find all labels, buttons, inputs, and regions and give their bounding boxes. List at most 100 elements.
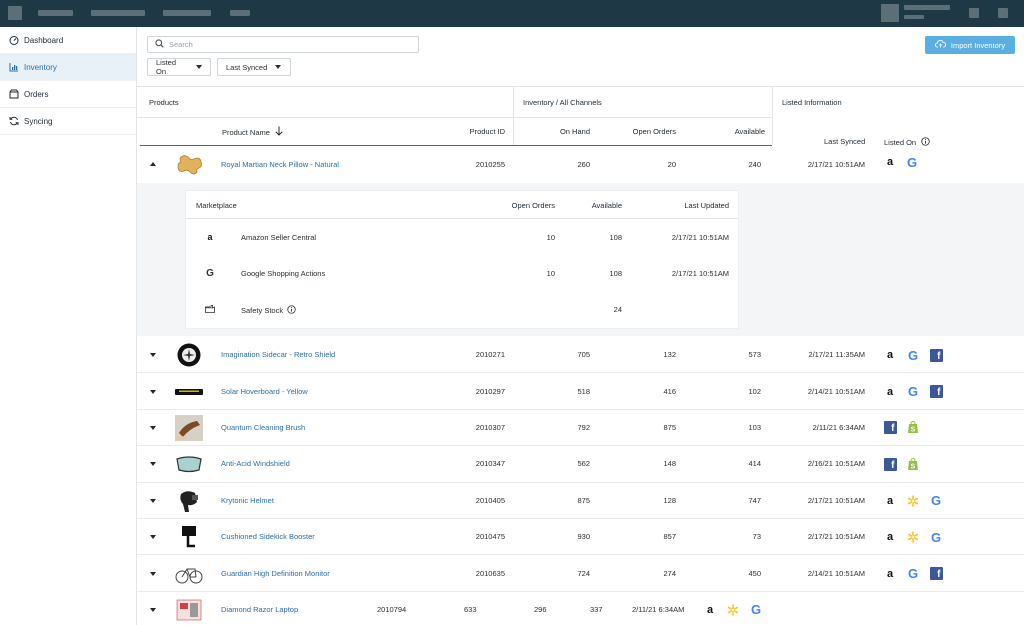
info-icon[interactable]: [287, 305, 296, 316]
product-name-link[interactable]: Anti-Acid Windshield: [221, 459, 290, 468]
table-row[interactable]: Quantum Cleaning Brush 2010307 792 875 103 2/…: [137, 409, 1024, 447]
top-nav-placeholder-3[interactable]: [163, 10, 211, 16]
sidebar-item-orders[interactable]: Orders: [0, 81, 136, 108]
available-cell: 103: [748, 422, 761, 432]
product-id-cell: 2010475: [475, 532, 505, 542]
listed-on-filter[interactable]: Listed On: [147, 58, 211, 76]
marketplace-open-orders: 10: [546, 269, 555, 278]
chart-icon: [9, 62, 19, 72]
amazon-icon: a: [706, 603, 714, 616]
top-action-1[interactable]: [969, 8, 979, 18]
sync-icon: [9, 116, 19, 126]
product-id-cell: 2010635: [475, 568, 505, 578]
open-orders-cell: 857: [663, 532, 676, 542]
facebook-icon: f: [883, 421, 897, 435]
expand-row-toggle[interactable]: [150, 498, 156, 503]
product-name-link[interactable]: Diamond Razor Laptop: [221, 605, 298, 614]
product-id-cell: 2010307: [475, 422, 505, 432]
column-header-open-orders[interactable]: Open Orders: [633, 127, 676, 136]
expand-row-toggle[interactable]: [150, 425, 156, 430]
table-row[interactable]: Imagination Sidecar - Retro Shield 201027…: [137, 337, 1024, 374]
product-name-link[interactable]: Krytonic Helmet: [221, 496, 274, 505]
expand-row-toggle[interactable]: [150, 462, 156, 467]
sidebar-item-syncing[interactable]: Syncing: [0, 108, 136, 135]
import-inventory-button[interactable]: Import Inventory: [925, 36, 1015, 54]
product-name-link[interactable]: Quantum Cleaning Brush: [221, 423, 305, 432]
table-row[interactable]: Diamond Razor Laptop 2010794 633 296 337 2/11…: [137, 591, 1024, 625]
table-row[interactable]: Krytonic Helmet 2010405 875 128 747 2/17/21 1…: [137, 482, 1024, 519]
product-name-link[interactable]: Solar Hoverboard - Yellow: [221, 387, 308, 396]
expand-row-toggle[interactable]: [150, 607, 156, 612]
listed-on-filter-label: Listed On: [156, 58, 177, 76]
available-cell: 240: [748, 160, 761, 169]
column-header-on-hand[interactable]: On Hand: [560, 127, 590, 136]
collapse-row-toggle[interactable]: [150, 162, 156, 166]
group-header-products: Products: [149, 98, 179, 107]
sidebar: Dashboard Inventory Orders Syncing: [0, 27, 137, 625]
product-thumbnail-neck-pillow: [175, 151, 205, 177]
column-header-available[interactable]: Available: [735, 127, 765, 136]
product-id-cell: 2010297: [475, 386, 505, 396]
top-nav-placeholder-4[interactable]: [230, 10, 250, 16]
on-hand-cell: 633: [464, 604, 477, 614]
product-name-link[interactable]: Guardian High Definition Monitor: [221, 569, 330, 578]
available-cell: 747: [748, 495, 761, 505]
amazon-icon: a: [886, 156, 894, 168]
on-hand-cell: 260: [577, 160, 590, 169]
product-id-cell: 2010271: [475, 350, 505, 360]
sidebar-item-label: Syncing: [24, 116, 53, 126]
product-name-link[interactable]: Imagination Sidecar - Retro Shield: [221, 350, 335, 359]
search-input[interactable]: [169, 40, 409, 49]
column-header-last-synced[interactable]: Last Synced: [824, 137, 865, 146]
google-icon: G: [206, 267, 214, 279]
table-row[interactable]: Cushioned Sidekick Booster 2010475 930 857 7…: [137, 519, 1024, 556]
table-row[interactable]: Solar Hoverboard - Yellow 2010297 518 416 10…: [137, 373, 1024, 410]
column-header-product-id[interactable]: Product ID: [470, 127, 505, 136]
on-hand-cell: 562: [577, 459, 590, 469]
top-action-2[interactable]: [998, 8, 1008, 18]
shopify-icon: S: [906, 457, 920, 471]
available-cell: 102: [748, 386, 761, 396]
last-synced-cell: 2/17/21 11:35AM: [808, 350, 865, 360]
google-icon: G: [907, 566, 919, 582]
google-icon: G: [750, 602, 762, 618]
marketplace-available: 24: [613, 305, 622, 314]
column-header-label: Product Name: [222, 127, 270, 137]
expand-row-toggle[interactable]: [150, 389, 156, 394]
last-synced-cell: 2/14/21 10:51AM: [807, 386, 865, 396]
sidebar-item-dashboard[interactable]: Dashboard: [0, 27, 136, 54]
product-name-link[interactable]: Royal Martian Neck Pillow - Natural: [221, 160, 339, 169]
expand-row-toggle[interactable]: [150, 571, 156, 576]
chevron-down-icon: [196, 65, 202, 69]
on-hand-cell: 875: [577, 495, 590, 505]
expand-row-toggle[interactable]: [150, 535, 156, 540]
top-nav-placeholder-2[interactable]: [91, 10, 145, 16]
detail-header-available: Available: [591, 201, 622, 210]
dashboard-icon: [9, 35, 19, 45]
marketplace-detail-panel: Marketplace Open Orders Available Last U…: [186, 191, 738, 328]
arrow-down-icon: [275, 126, 283, 138]
chevron-down-icon: [150, 353, 156, 358]
walmart-icon: [726, 603, 740, 617]
sidebar-item-inventory[interactable]: Inventory: [0, 54, 136, 81]
shopify-icon: S: [906, 421, 920, 435]
avatar[interactable]: [881, 4, 899, 22]
last-synced-filter[interactable]: Last Synced: [217, 58, 291, 76]
app-logo[interactable]: [8, 6, 22, 20]
on-hand-cell: 930: [577, 532, 590, 542]
top-nav-placeholder-1[interactable]: [38, 10, 73, 16]
marketplace-open-orders: 10: [546, 233, 555, 242]
box-icon: [9, 89, 19, 99]
expand-row-toggle[interactable]: [150, 353, 156, 358]
available-cell: 450: [748, 568, 761, 578]
product-thumbnail: [174, 561, 204, 587]
google-icon: G: [907, 384, 919, 400]
product-id-cell: 2010405: [475, 495, 505, 505]
table-row[interactable]: Anti-Acid Windshield 2010347 562 148 414 2/16…: [137, 446, 1024, 483]
column-header-product-name[interactable]: Product Name: [222, 126, 283, 138]
open-orders-cell: 296: [534, 604, 547, 614]
on-hand-cell: 724: [577, 568, 590, 578]
product-name-link[interactable]: Cushioned Sidekick Booster: [221, 532, 315, 541]
facebook-icon: f: [929, 348, 943, 362]
table-row[interactable]: Guardian High Definition Monitor 2010635 7…: [137, 555, 1024, 592]
